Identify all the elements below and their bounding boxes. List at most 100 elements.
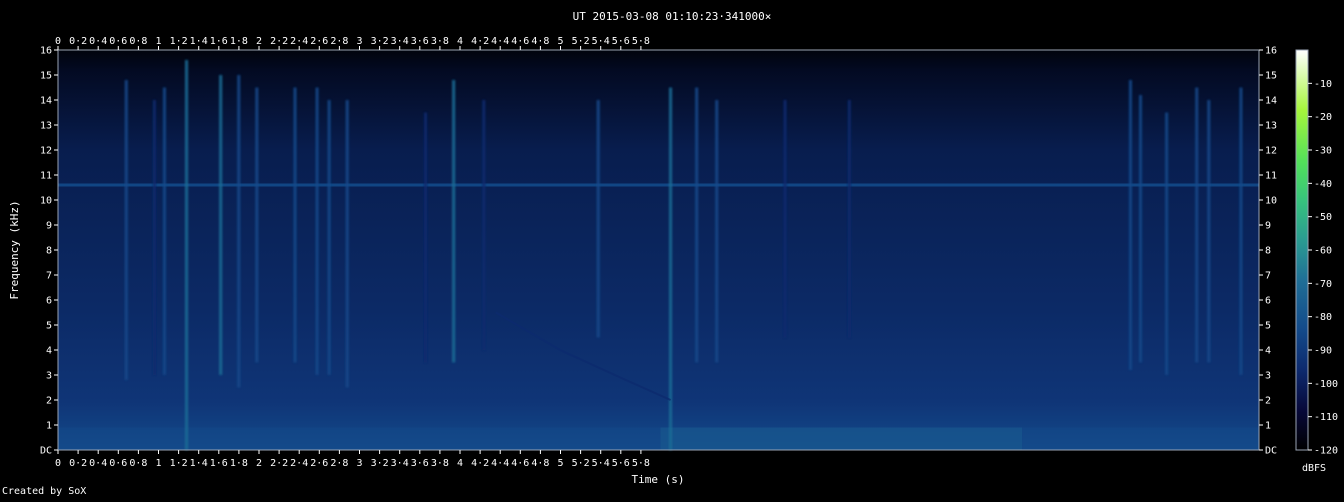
burst-line (345, 100, 349, 388)
burst-line (1165, 112, 1169, 375)
burst-line (237, 75, 241, 388)
x-tick-label-top: 1·4 (190, 36, 208, 47)
colorbar-tick-label: -40 (1314, 179, 1332, 190)
burst-line (185, 60, 189, 450)
x-tick-label-top: 5 (557, 36, 563, 47)
y-tick-label-right: 2 (1265, 396, 1271, 407)
x-tick-label-bottom: 5·6 (612, 458, 630, 469)
colorbar-tick-label: -70 (1314, 279, 1332, 290)
x-tick-label-bottom: 3·6 (411, 458, 429, 469)
burst-line (1128, 80, 1132, 370)
x-tick-label-bottom: 2 (256, 458, 262, 469)
y-tick-label-right: 1 (1265, 421, 1271, 432)
burst-line (847, 100, 851, 338)
colorbar-tick-label: -120 (1314, 446, 1338, 457)
x-tick-label-bottom: 3·8 (431, 458, 449, 469)
x-tick-label-top: 3·6 (411, 36, 429, 47)
y-tick-label-right: 6 (1265, 296, 1271, 307)
x-tick-label-top: 1·8 (230, 36, 248, 47)
burst-line (255, 87, 259, 363)
burst-line (1239, 87, 1243, 375)
x-tick-label-top: 3·4 (391, 36, 409, 47)
x-tick-label-top: 5·4 (592, 36, 610, 47)
x-tick-label-top: 2·2 (270, 36, 288, 47)
burst-line (327, 100, 331, 375)
x-tick-label-bottom: 3·4 (391, 458, 409, 469)
x-tick-label-bottom: 1·8 (230, 458, 248, 469)
x-tick-label-bottom: 0·6 (109, 458, 127, 469)
x-tick-label-top: 0·8 (129, 36, 147, 47)
y-tick-label-left: 16 (40, 46, 52, 57)
x-tick-label-top: 4·2 (471, 36, 489, 47)
colorbar-tick-label: -80 (1314, 312, 1332, 323)
burst-line (695, 87, 699, 363)
y-tick-label-left: 9 (46, 221, 52, 232)
burst-line (219, 75, 223, 375)
x-tick-label-bottom: 4 (457, 458, 463, 469)
colorbar (1296, 50, 1308, 450)
x-tick-label-top: 5·8 (632, 36, 650, 47)
x-tick-label-top: 0·2 (69, 36, 87, 47)
x-tick-label-bottom: 2·8 (330, 458, 348, 469)
spectrogram-chart: 0 0 0·2 0·2 0·4 0·4 0·6 0·6 0·8 0·8 1 1 1·2 1·2 1·4 1·4… (0, 0, 1344, 498)
burst-line (1207, 100, 1211, 363)
colorbar-tick-label: -20 (1314, 112, 1332, 123)
x-tick-label-bottom: 0·8 (129, 458, 147, 469)
burst-line (124, 80, 128, 380)
spectrogram-svg: 000·20·20·40·40·60·60·80·8111·21·21·41·4… (2, 10, 1338, 497)
y-tick-label-right: 9 (1265, 221, 1271, 232)
x-tick-label-top: 0·6 (109, 36, 127, 47)
x-tick-label-bottom: 2·2 (270, 458, 288, 469)
burst-line (783, 100, 787, 338)
y-tick-label-left: 1 (46, 421, 52, 432)
x-tick-label-top: 2·6 (310, 36, 328, 47)
x-tick-label-top: 4 (457, 36, 463, 47)
y-tick-label-right: 7 (1265, 271, 1271, 282)
burst-line (1139, 95, 1143, 363)
x-tick-label-bottom: 1·6 (210, 458, 228, 469)
y-tick-label-right: 3 (1265, 371, 1271, 382)
x-tick-label-bottom: 0·2 (69, 458, 87, 469)
x-tick-label-top: 1·2 (170, 36, 188, 47)
burst-line (452, 80, 456, 363)
x-tick-label-top: 1·6 (210, 36, 228, 47)
x-tick-label-top: 1 (155, 36, 161, 47)
y-tick-label-right: 12 (1265, 146, 1277, 157)
y-tick-label-left: 11 (40, 171, 52, 182)
burst-line (715, 100, 719, 363)
x-tick-label-bottom: 1·2 (170, 458, 188, 469)
y-tick-label-right: 8 (1265, 246, 1271, 257)
x-tick-label-top: 4·4 (491, 36, 509, 47)
y-tick-label-left: 6 (46, 296, 52, 307)
x-tick-label-top: 2·4 (290, 36, 308, 47)
x-tick-label-bottom: 1 (155, 458, 161, 469)
y-tick-label-left: 4 (46, 346, 52, 357)
colorbar-tick-label: -100 (1314, 379, 1338, 390)
x-tick-label-top: 4·6 (511, 36, 529, 47)
x-tick-label-bottom: 3·2 (371, 458, 389, 469)
y-tick-label-left: 3 (46, 371, 52, 382)
burst-line (293, 87, 297, 363)
colorbar-tick-label: -10 (1314, 79, 1332, 90)
x-tick-label-bottom: 0 (55, 458, 61, 469)
y-tick-label-right: 5 (1265, 321, 1271, 332)
x-tick-label-top: 4·8 (531, 36, 549, 47)
colorbar-tick-label: -50 (1314, 212, 1332, 223)
burst-line (424, 112, 428, 363)
y-tick-label-left: 12 (40, 146, 52, 157)
baseband-floor (58, 427, 1259, 450)
x-tick-label-bottom: 0·4 (89, 458, 107, 469)
y-tick-label-right: 15 (1265, 71, 1277, 82)
y-tick-label-left: 13 (40, 121, 52, 132)
y-tick-label-left: 2 (46, 396, 52, 407)
x-tick-label-bottom: 2·4 (290, 458, 308, 469)
x-tick-label-bottom: 4·8 (531, 458, 549, 469)
y-tick-label-right: 10 (1265, 196, 1277, 207)
y-tick-label-left: DC (40, 446, 52, 457)
x-tick-label-top: 3·2 (371, 36, 389, 47)
y-tick-label-right: 13 (1265, 121, 1277, 132)
y-tick-label-left: 14 (40, 96, 52, 107)
colorbar-tick-label: -90 (1314, 346, 1332, 357)
x-tick-label-bottom: 5·8 (632, 458, 650, 469)
y-tick-label-left: 15 (40, 71, 52, 82)
